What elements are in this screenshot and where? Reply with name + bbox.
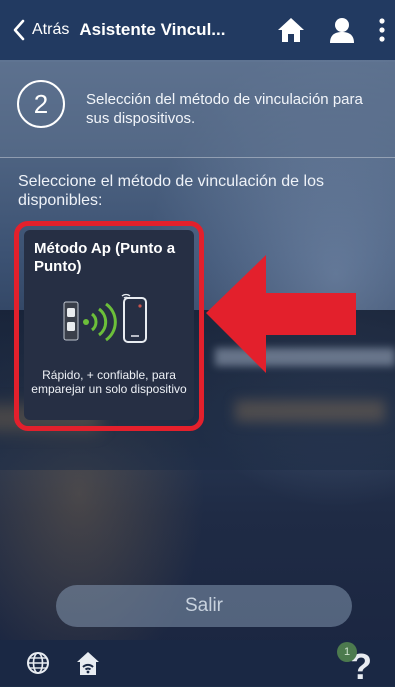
red-arrow-icon (206, 255, 356, 373)
globe-icon (27, 652, 49, 674)
home-button[interactable] (277, 17, 305, 43)
home-wifi-icon (77, 652, 99, 675)
method-card-description: Rápido, + confiable, para emparejar un s… (31, 368, 187, 396)
more-menu-button[interactable] (379, 17, 385, 43)
bottom-bar: ? (0, 640, 395, 687)
help-badge: 1 (337, 642, 357, 662)
step-number: 2 (17, 80, 65, 128)
chevron-left-icon (13, 19, 25, 41)
method-card-title: Método Ap (Punto a Punto) (34, 240, 176, 275)
instruction-text: Seleccione el método de vinculación de l… (18, 173, 324, 209)
user-icon (330, 18, 354, 43)
more-vertical-icon (379, 18, 385, 42)
ap-pairing-icon (63, 293, 147, 343)
exit-button[interactable]: Salir (56, 585, 352, 627)
step-banner: 2 Selección del método de vinculación pa… (0, 62, 395, 158)
home-wifi-button[interactable] (76, 650, 100, 681)
home-icon (278, 18, 304, 42)
back-button[interactable]: Atrás (12, 19, 69, 41)
globe-button[interactable] (26, 651, 50, 680)
top-bar: Atrás Asistente Vincul... (0, 0, 395, 60)
method-ap-card[interactable]: Método Ap (Punto a Punto) Rápido, + conf… (24, 230, 194, 420)
page-title: Asistente Vincul... (79, 20, 226, 39)
step-description: Selección del método de vinculación para… (86, 91, 363, 127)
back-label: Atrás (32, 21, 70, 38)
user-button[interactable] (329, 17, 355, 43)
